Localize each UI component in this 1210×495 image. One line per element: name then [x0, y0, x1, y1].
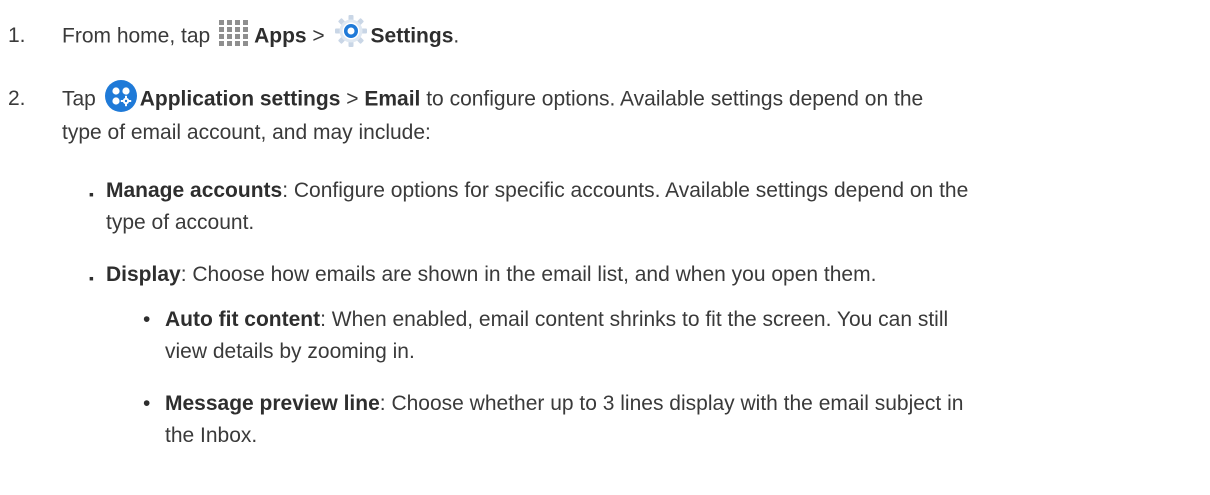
list-item: Manage accounts: Configure options for s… [106, 179, 969, 234]
term: Display [106, 263, 181, 286]
step-number: 1. [8, 24, 26, 47]
step-text: From home, tap Apps > Settings. [62, 15, 1182, 54]
step-text: Tap Application settings > Email to conf… [62, 80, 1182, 149]
term: Manage accounts [106, 179, 283, 202]
email-label: Email [364, 87, 421, 111]
list-item: Auto fit content: When enabled, email co… [165, 308, 949, 363]
application-settings-icon [104, 79, 138, 113]
application-settings-label: Application settings [139, 87, 341, 111]
settings-gear-icon [333, 14, 369, 48]
square-bullet: ▪ [89, 186, 94, 202]
dot-bullet: • [143, 308, 151, 331]
apps-grid-icon [218, 19, 252, 47]
settings-label: Settings [370, 24, 454, 48]
term: Auto fit content [165, 308, 321, 331]
list-item: Message preview line: Choose whether up … [165, 392, 964, 447]
square-bullet: ▪ [89, 270, 94, 286]
term: Message preview line [165, 392, 380, 415]
step-number: 2. [8, 87, 26, 110]
step-2-continuation: type of email account, and may include: [62, 121, 431, 144]
apps-label: Apps [254, 24, 307, 48]
dot-bullet: • [143, 392, 151, 415]
list-item: Display: Choose how emails are shown in … [106, 263, 877, 286]
